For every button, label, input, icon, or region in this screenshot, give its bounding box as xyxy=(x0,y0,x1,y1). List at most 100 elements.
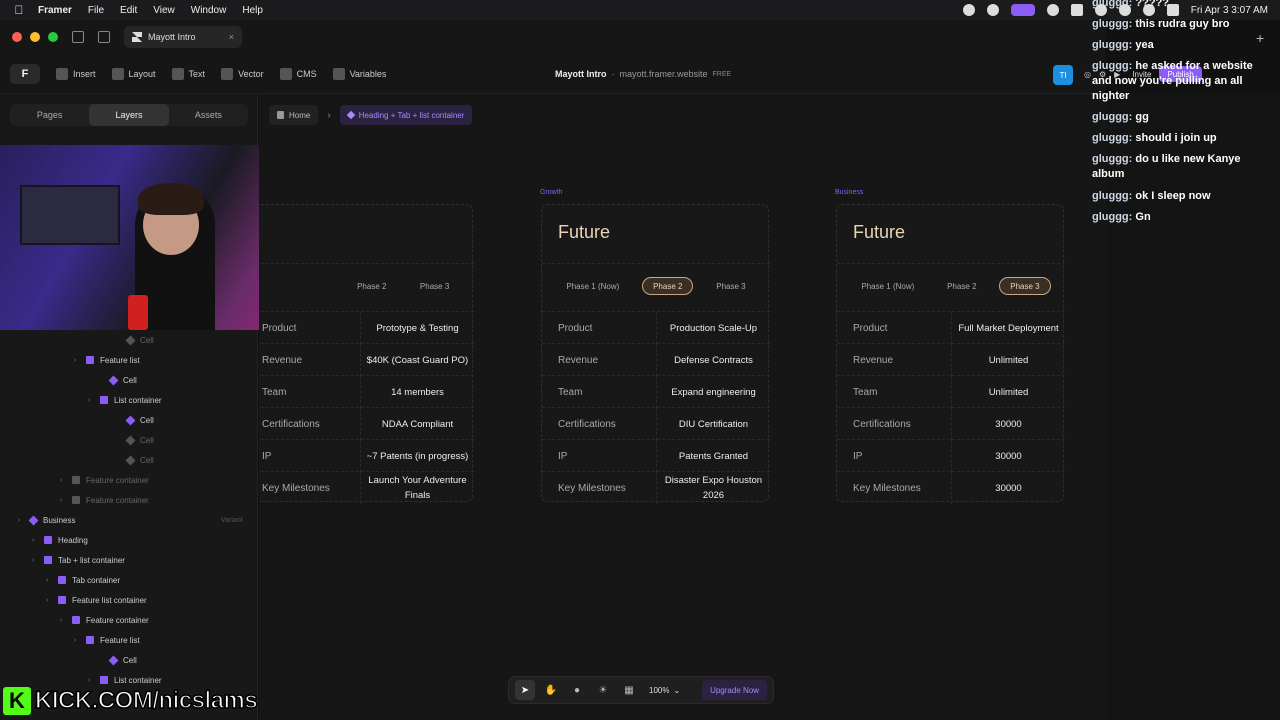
framer-menu-button[interactable]: F xyxy=(10,63,40,84)
layer-item[interactable]: › Feature list xyxy=(74,353,140,367)
phase-tab[interactable]: Phase 3 xyxy=(999,277,1051,295)
tab-layers[interactable]: Layers xyxy=(89,104,169,126)
chevron-icon[interactable]: › xyxy=(46,597,52,604)
close-tab-icon[interactable]: × xyxy=(229,32,234,42)
menu-app-name[interactable]: Framer xyxy=(38,5,72,16)
chat-message: gluggg: should i join up xyxy=(1092,131,1262,146)
chat-username[interactable]: gluggg: xyxy=(1092,211,1132,223)
inbox-icon[interactable] xyxy=(98,31,110,43)
phase-card[interactable]: Future Phase 1 (Now) Phase 2 Phase 3 Product… xyxy=(541,204,770,504)
hand-icon[interactable]: ✋ xyxy=(541,680,561,700)
layout-button[interactable]: Layout xyxy=(111,67,156,80)
row-value: $40K (Coast Guard PO) xyxy=(360,344,474,376)
phase-tab[interactable]: Phase 3 xyxy=(410,277,459,295)
vector-button[interactable]: Vector xyxy=(221,67,264,80)
chevron-icon[interactable]: › xyxy=(88,677,94,684)
layer-item[interactable]: › Feature list xyxy=(74,633,140,647)
grid-icon[interactable]: ▦ xyxy=(619,680,639,700)
frame-label-business[interactable]: Business xyxy=(835,189,863,196)
home-icon[interactable] xyxy=(72,31,84,43)
chevron-icon[interactable]: › xyxy=(88,397,94,404)
phase-card[interactable]: Phase 1 (Now)Phase 2Phase 3ProductProtot… xyxy=(259,204,474,504)
chevron-icon[interactable]: › xyxy=(32,557,38,564)
status-icon[interactable] xyxy=(1070,4,1083,16)
maximize-window-button[interactable] xyxy=(48,32,58,42)
frame-label-growth[interactable]: Growth xyxy=(540,189,563,196)
breadcrumb-home[interactable]: Home xyxy=(269,105,319,125)
chevron-icon[interactable]: › xyxy=(46,577,52,584)
menu-file[interactable]: File xyxy=(88,5,104,16)
layer-item[interactable]: › List container xyxy=(88,393,162,407)
status-icon[interactable] xyxy=(962,4,975,16)
chevron-icon[interactable]: › xyxy=(60,617,66,624)
chat-username[interactable]: gluggg: xyxy=(1092,18,1132,30)
layer-item[interactable]: › Feature list container xyxy=(46,593,147,607)
text-button[interactable]: Text xyxy=(171,67,205,80)
phase-tab[interactable]: Phase 3 xyxy=(706,277,755,295)
chevron-icon[interactable]: › xyxy=(60,477,66,484)
layer-item[interactable]: › Feature container xyxy=(60,493,149,507)
document-tab[interactable]: Mayott Intro × xyxy=(124,26,242,48)
screen-record-icon[interactable] xyxy=(1010,4,1035,16)
phase-tab[interactable]: Phase 2 xyxy=(347,277,396,295)
menu-help[interactable]: Help xyxy=(242,5,263,16)
chevron-icon[interactable]: › xyxy=(60,497,66,504)
chevron-icon[interactable]: › xyxy=(32,537,38,544)
chevron-icon[interactable]: › xyxy=(74,637,80,644)
layer-item[interactable]: Cell xyxy=(98,373,137,387)
tab-pages[interactable]: Pages xyxy=(10,104,89,126)
menu-edit[interactable]: Edit xyxy=(120,5,137,16)
chevron-icon[interactable]: › xyxy=(18,517,24,524)
layer-item[interactable]: › Heading xyxy=(32,533,88,547)
chevron-icon[interactable]: › xyxy=(74,357,80,364)
phase-card[interactable]: Future Phase 1 (Now) Phase 2 Phase 3 Product… xyxy=(836,204,1065,504)
chat-username[interactable]: gluggg: xyxy=(1092,111,1132,123)
minimize-window-button[interactable] xyxy=(30,32,40,42)
avatar[interactable]: TI xyxy=(1053,65,1073,85)
row-value: Defense Contracts xyxy=(656,344,770,376)
layer-item[interactable]: › Feature container xyxy=(60,473,149,487)
layer-item[interactable]: Cell xyxy=(115,433,154,447)
frame-icon xyxy=(86,636,94,644)
layer-item[interactable]: › Tab container xyxy=(46,573,120,587)
insert-button[interactable]: Insert xyxy=(56,67,96,80)
layer-item[interactable]: Cell xyxy=(98,653,137,667)
phase-tab[interactable]: Phase 2 xyxy=(642,277,694,295)
phase-tab[interactable]: Phase 1 (Now) xyxy=(851,277,924,295)
layer-item[interactable]: › Feature container xyxy=(60,613,149,627)
menu-window[interactable]: Window xyxy=(191,5,227,16)
cursor-icon[interactable]: ➤ xyxy=(515,680,535,700)
design-canvas[interactable]: Home › Heading + Tab + list container Gr… xyxy=(259,94,1106,720)
layer-item[interactable]: Cell xyxy=(115,333,154,347)
layer-item[interactable]: › List container xyxy=(88,673,162,687)
variables-button[interactable]: Variables xyxy=(332,67,386,80)
layer-item[interactable]: › Tab + list container xyxy=(32,553,125,567)
menu-view[interactable]: View xyxy=(153,5,175,16)
globe-icon[interactable]: ◎ xyxy=(1084,70,1091,79)
row-value: DIU Certification xyxy=(656,408,770,440)
chat-username[interactable]: gluggg: xyxy=(1092,190,1132,202)
status-icon[interactable] xyxy=(1046,4,1059,16)
cms-button[interactable]: CMS xyxy=(279,67,317,80)
chat-username[interactable]: gluggg: xyxy=(1092,153,1132,165)
breadcrumb-current[interactable]: Heading + Tab + list container xyxy=(339,105,473,125)
status-icon[interactable] xyxy=(986,4,999,16)
close-window-button[interactable] xyxy=(12,32,22,42)
chat-username[interactable]: gluggg: xyxy=(1092,132,1132,144)
layer-item[interactable]: Cell xyxy=(115,453,154,467)
chat-username[interactable]: gluggg: xyxy=(1092,60,1132,72)
chat-text: ok I sleep now xyxy=(1135,190,1211,202)
project-info[interactable]: Mayott Intro · mayott.framer.website FRE… xyxy=(555,54,731,94)
theme-icon[interactable]: ☀ xyxy=(593,680,613,700)
tab-assets[interactable]: Assets xyxy=(169,104,248,126)
layer-item[interactable]: › Business Variant xyxy=(18,513,243,527)
chat-username[interactable]: gluggg: xyxy=(1092,0,1132,9)
chat-username[interactable]: gluggg: xyxy=(1092,39,1132,51)
apple-icon[interactable]:  xyxy=(12,3,26,17)
comment-icon[interactable]: ● xyxy=(567,680,587,700)
upgrade-button[interactable]: Upgrade Now xyxy=(702,680,767,700)
phase-tab[interactable]: Phase 2 xyxy=(937,277,986,295)
zoom-select[interactable]: 100% ⌄ xyxy=(649,686,680,695)
layer-item[interactable]: Cell xyxy=(115,413,154,427)
phase-tab[interactable]: Phase 1 (Now) xyxy=(556,277,629,295)
